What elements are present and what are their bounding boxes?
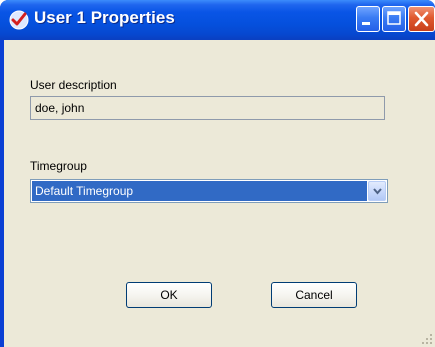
- maximize-icon: [387, 11, 401, 25]
- timegroup-label: Timegroup: [30, 159, 87, 173]
- close-button[interactable]: [408, 6, 435, 32]
- dialog-body: User description doe, john Timegroup Def…: [4, 40, 435, 347]
- timegroup-dropdown[interactable]: Default Timegroup: [30, 179, 388, 203]
- checkmark-icon: [9, 10, 29, 30]
- minimize-icon: [362, 22, 370, 25]
- window-title: User 1 Properties: [34, 8, 175, 27]
- user-description-field[interactable]: doe, john: [30, 96, 385, 120]
- maximize-button[interactable]: [382, 6, 406, 32]
- cancel-button[interactable]: Cancel: [271, 282, 357, 308]
- properties-window: User 1 Properties User description doe, …: [0, 0, 435, 347]
- chevron-down-icon: [373, 188, 382, 195]
- dropdown-arrow-button[interactable]: [368, 181, 386, 201]
- timegroup-selected-value[interactable]: Default Timegroup: [32, 181, 367, 201]
- ok-button[interactable]: OK: [126, 282, 212, 308]
- minimize-button[interactable]: [356, 6, 380, 32]
- user-description-label: User description: [30, 78, 117, 92]
- resize-grip-icon[interactable]: [421, 333, 433, 345]
- title-bar[interactable]: User 1 Properties: [0, 0, 435, 40]
- close-icon: [414, 11, 429, 27]
